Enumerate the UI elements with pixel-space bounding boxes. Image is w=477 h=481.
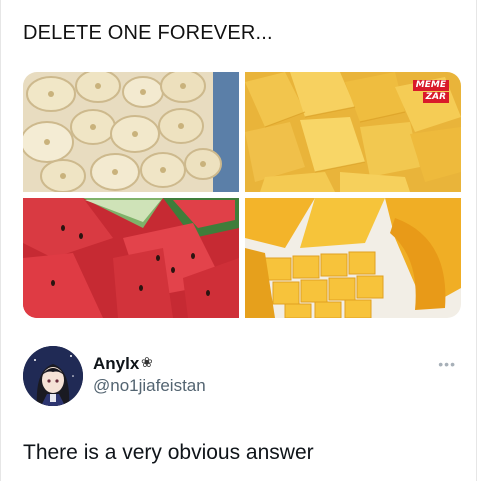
flower-badge-icon: ❀	[141, 354, 153, 370]
avatar[interactable]	[23, 346, 83, 406]
mango-image[interactable]	[245, 198, 461, 318]
author-handle[interactable]: @no1jiafeistan	[93, 376, 206, 396]
image-grid[interactable]: MEME ZAR	[23, 72, 461, 318]
pineapple-image[interactable]: MEME ZAR	[245, 72, 461, 192]
meme-watermark: MEME ZAR	[412, 80, 449, 104]
banana-image[interactable]	[23, 72, 239, 192]
more-options-icon[interactable]: •••	[438, 356, 456, 372]
watermelon-image[interactable]	[23, 198, 239, 318]
author-name[interactable]: Anylx	[93, 354, 139, 374]
post-headline: DELETE ONE FOREVER...	[23, 22, 273, 44]
post-card: DELETE ONE FOREVER... MEME ZAR Anylx ❀ @…	[0, 0, 477, 481]
reply-text: There is a very obvious answer	[23, 441, 314, 464]
